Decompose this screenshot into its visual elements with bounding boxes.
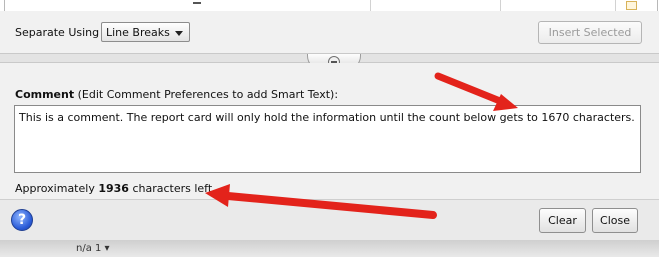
annotation-arrow-icon bbox=[434, 72, 518, 111]
annotation-arrow-icon bbox=[205, 184, 437, 219]
annotation-arrows bbox=[205, 72, 518, 219]
